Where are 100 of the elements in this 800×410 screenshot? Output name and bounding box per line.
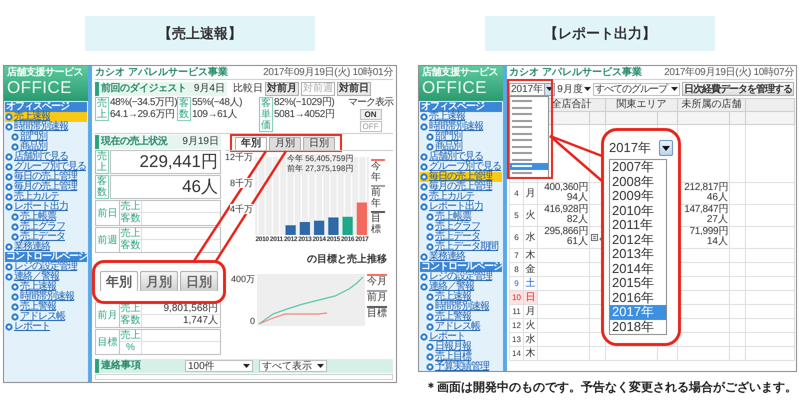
table-cell-text: 400,360円 [543,183,588,193]
dropdown-arrow-icon[interactable] [584,87,591,91]
sidebar-item[interactable]: 日報月報 [420,342,502,352]
sidebar-item[interactable]: レポート [420,332,502,342]
select-field[interactable]: 2017年 [509,82,556,96]
weekday-cell: 木 [524,346,538,360]
sidebar-item[interactable]: 売上速報 [5,112,87,122]
bullet-icon [426,353,434,361]
sidebar-item[interactable]: 時間帯別速報 [5,292,87,302]
section-heading: 【売上速報】 [85,16,315,51]
day-cell: 7 [510,248,524,262]
dropdown-arrow-icon[interactable] [243,364,250,368]
select-field[interactable]: すべてのグループ [592,82,680,96]
sidebar-item[interactable]: グループ別で見る [420,162,502,172]
period-tab[interactable]: 年別 [235,137,267,150]
row-label: 客単価 [259,97,273,132]
dropdown-option[interactable]: 2017年 [610,305,666,320]
mark-button[interactable]: OFF [360,121,382,132]
sidebar-item[interactable]: 売上帳票 [5,212,87,222]
bullet-icon [11,223,19,231]
bullet-icon [426,303,434,311]
sidebar-item[interactable]: 売上グラフ [420,222,502,232]
table-cell-text: 14人 [706,237,728,247]
sidebar-item[interactable]: 売上グラフ [5,222,87,232]
dropdown-option[interactable]: 2014年 [610,262,666,276]
sidebar-item[interactable]: 売上速報 [5,282,87,292]
sidebar-item[interactable]: 売上カルテ [5,192,87,202]
cell-label: 売上 [120,201,142,212]
sidebar-item[interactable]: レジの設定管理 [420,272,502,282]
mark-button[interactable]: ON [360,109,382,120]
sidebar-item[interactable]: 売上カルテ [420,192,502,202]
sidebar-item[interactable]: 時間帯別速報 [420,122,502,132]
sidebar-item[interactable]: 商品別 [5,142,87,152]
sidebar-item[interactable]: 売上データ [420,232,502,242]
sidebar-item[interactable]: 予算実績管理 [420,362,502,371]
weekday-cell: 水 [524,332,538,346]
sidebar-item[interactable]: グループ別で見る [5,162,87,172]
day-cell: 6 [510,226,524,248]
section-date: 9月19日 [182,136,219,148]
dropdown-arrow-icon[interactable] [317,364,324,368]
bullet-icon [11,293,19,301]
dropdown-option[interactable]: 2011年 [610,218,666,232]
sidebar-item[interactable]: 時間帯別速報 [420,302,502,312]
sidebar-item[interactable]: 毎月の売上管理 [5,182,87,192]
bullet-icon [426,323,434,331]
table-cell-text: 27人 [706,215,728,225]
period-tab[interactable]: 月別 [269,137,301,150]
legend-key: 前月 [367,290,387,303]
sidebar-item[interactable]: 部門別 [420,132,502,142]
sidebar-item[interactable]: 毎日の売上管理 [5,172,87,182]
dropdown-option[interactable]: 2008年 [610,174,666,189]
sidebar-item[interactable]: レポート出力 [420,202,502,212]
compare-button[interactable]: 対前月 [265,82,299,96]
legend-key: 前年 [371,185,385,209]
sidebar-item[interactable]: 売上帳票 [420,212,502,222]
dropdown-arrow-icon[interactable] [671,87,678,91]
dropdown-option[interactable]: 2016年 [610,290,666,305]
sidebar-item[interactable]: 毎月の売上管理 [420,182,502,192]
sidebar-item[interactable]: 売上目標 [420,352,502,362]
dropdown-option[interactable]: 2018年 [610,320,666,334]
sidebar-item[interactable]: アドレス帳 [5,312,87,322]
manage-button[interactable]: 日次経費データを管理する [682,82,794,96]
select-field[interactable]: 2017年 [609,139,673,157]
sidebar-item[interactable]: レポート出力 [5,202,87,212]
sidebar-item[interactable]: 売上速報 [420,292,502,302]
compare-button[interactable]: 対前日 [337,82,371,96]
sidebar-item[interactable]: 店舗別で見る [420,152,502,162]
period-tab[interactable]: 日別 [303,137,335,150]
sidebar-item[interactable]: 売上警報 [5,302,87,312]
sidebar-item[interactable]: 時間帯別速報 [5,122,87,132]
sidebar-item[interactable]: 部門別 [5,132,87,142]
select-field[interactable]: 9月度 [557,82,591,96]
period-tab[interactable]: 月別 [140,271,178,291]
sidebar-item[interactable]: 業務連絡 [5,242,87,252]
select-field[interactable]: すべて表示 [259,360,327,372]
dropdown-option[interactable]: 2007年 [610,160,666,174]
compare-label: 比較日 [233,82,263,94]
dropdown-option[interactable]: 2012年 [610,232,666,247]
sidebar-item[interactable]: 売上データ期間 [420,242,502,252]
bullet-icon [11,213,19,221]
sidebar-item[interactable]: 商品別 [420,142,502,152]
select-field[interactable]: 100件 [185,360,253,372]
dropdown-option[interactable]: 2013年 [610,247,666,262]
sidebar-item[interactable]: 売上警報 [420,312,502,322]
period-tab[interactable]: 日別 [180,271,218,291]
cell-label: 客数 [120,240,142,252]
period-tab[interactable]: 年別 [100,271,138,291]
sidebar-item[interactable]: レポート [5,322,87,332]
sidebar-item[interactable]: 業務連絡 [420,252,502,262]
sidebar-item[interactable]: 売上データ [5,232,87,242]
sidebar-item[interactable]: 売上速報 [420,112,502,122]
sidebar-item[interactable]: 毎日の売上管理 [420,172,502,182]
weekday-cell: 木 [524,248,538,262]
sidebar-item[interactable]: 店舗別で見る [5,152,87,162]
sidebar-item[interactable]: レジの設定管理 [5,262,87,272]
row-label: 客数 [95,175,109,199]
dropdown-option[interactable]: 2010年 [610,204,666,218]
sidebar-item[interactable]: アドレス帳 [420,322,502,332]
dropdown-option[interactable]: 2015年 [610,276,666,290]
dropdown-option[interactable]: 2009年 [610,189,666,204]
